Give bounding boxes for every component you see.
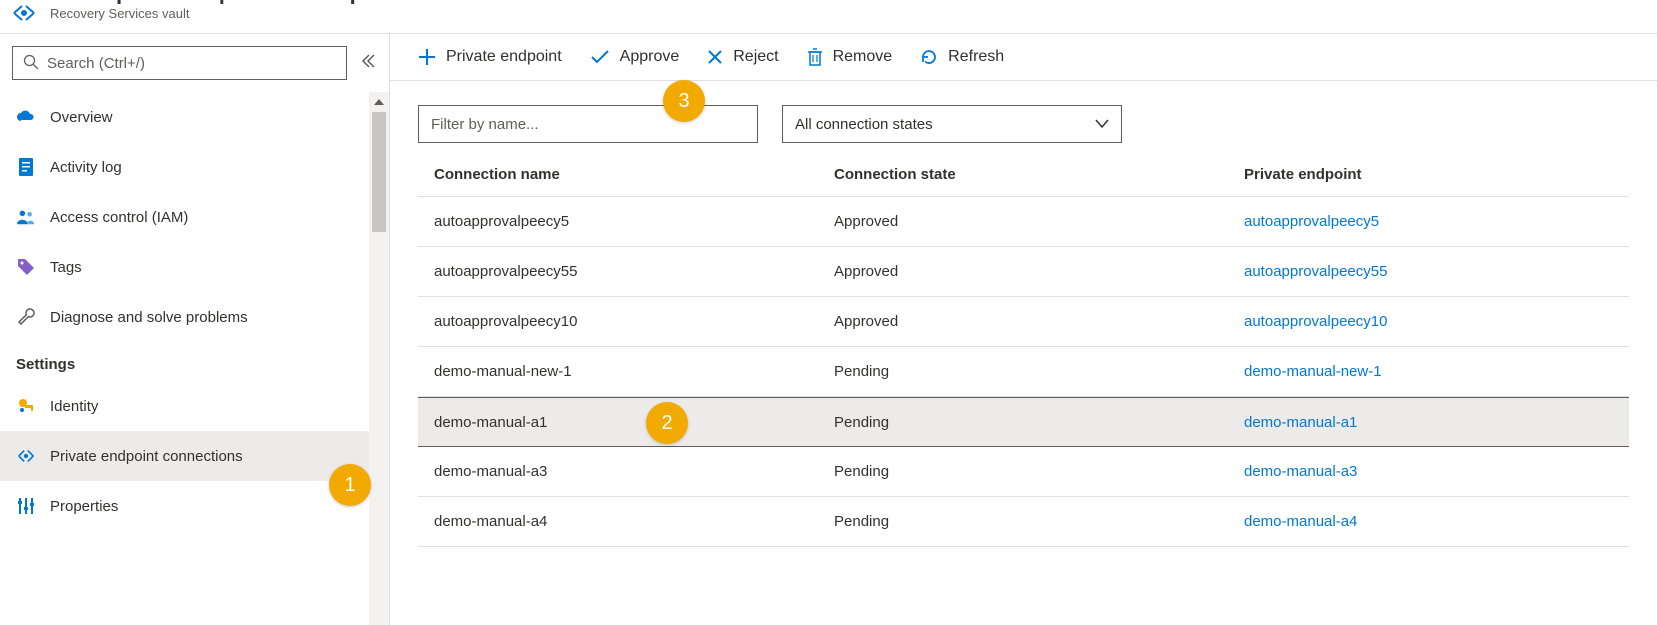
check-icon bbox=[590, 49, 610, 65]
sidebar-item-label: Access control (IAM) bbox=[50, 209, 188, 226]
table-row[interactable]: demo-manual-a4 Pending demo-manual-a4 bbox=[418, 497, 1629, 547]
cell-state: Approved bbox=[818, 263, 1228, 280]
sidebar-item-properties[interactable]: Properties bbox=[0, 481, 369, 531]
cell-state: Approved bbox=[818, 213, 1228, 230]
table-row[interactable]: demo-manual-a1 Pending demo-manual-a1 2 bbox=[418, 397, 1629, 447]
table-row[interactable]: demo-manual-a3 Pending demo-manual-a3 bbox=[418, 447, 1629, 497]
callout-badge-3: 3 bbox=[663, 80, 705, 122]
cell-endpoint-link[interactable]: demo-manual-a1 bbox=[1228, 414, 1629, 431]
cmd-label: Approve bbox=[620, 48, 680, 66]
refresh-icon bbox=[920, 48, 938, 66]
cell-name: demo-manual-a3 bbox=[418, 463, 818, 480]
connections-table: Connection name Connection state Private… bbox=[390, 153, 1657, 547]
cmd-label: Private endpoint bbox=[446, 48, 562, 66]
log-icon bbox=[16, 157, 36, 177]
cell-endpoint-link[interactable]: demo-manual-new-1 bbox=[1228, 363, 1629, 380]
sidebar-item-label: Properties bbox=[50, 498, 118, 515]
scrollbar-up-button[interactable] bbox=[369, 92, 389, 112]
main-content: Private endpoint Approve Reject Remove bbox=[390, 34, 1657, 625]
chevron-down-icon bbox=[1095, 116, 1109, 133]
cell-endpoint-link[interactable]: autoapprovalpeecy55 bbox=[1228, 263, 1629, 280]
sidebar-item-label: Private endpoint connections bbox=[50, 448, 243, 465]
col-connection-name[interactable]: Connection name bbox=[418, 166, 818, 183]
search-icon bbox=[23, 54, 39, 73]
x-icon bbox=[707, 49, 723, 65]
cell-name: autoapprovalpeecy10 bbox=[418, 313, 818, 330]
sliders-icon bbox=[16, 496, 36, 516]
sidebar-item-tags[interactable]: Tags bbox=[0, 242, 369, 292]
wrench-icon bbox=[16, 307, 36, 327]
sidebar-item-overview[interactable]: Overview bbox=[0, 92, 369, 142]
col-private-endpoint[interactable]: Private endpoint bbox=[1228, 166, 1629, 183]
table-row[interactable]: autoapprovalpeecy10 Approved autoapprova… bbox=[418, 297, 1629, 347]
cmd-label: Refresh bbox=[948, 48, 1004, 66]
cell-state: Pending bbox=[818, 513, 1228, 530]
people-icon bbox=[16, 208, 36, 226]
key-icon bbox=[16, 396, 36, 416]
sidebar-section-settings: Settings bbox=[0, 342, 369, 381]
cloud-icon bbox=[16, 109, 36, 125]
scrollbar-thumb[interactable] bbox=[372, 112, 386, 232]
cell-state: Pending bbox=[818, 363, 1228, 380]
remove-button[interactable]: Remove bbox=[807, 48, 893, 66]
connection-state-select[interactable]: All connection states bbox=[782, 105, 1122, 143]
sidebar-item-activity-log[interactable]: Activity log bbox=[0, 142, 369, 192]
cmd-label: Remove bbox=[833, 48, 893, 66]
callout-badge-2: 2 bbox=[646, 402, 688, 444]
trash-icon bbox=[807, 48, 823, 66]
cell-state: Pending bbox=[818, 414, 1228, 431]
table-row[interactable]: autoapprovalpeecy5 Approved autoapproval… bbox=[418, 197, 1629, 247]
sidebar-item-label: Overview bbox=[50, 109, 113, 126]
cell-name: autoapprovalpeecy5 bbox=[418, 213, 818, 230]
cell-endpoint-link[interactable]: autoapprovalpeecy10 bbox=[1228, 313, 1629, 330]
cell-endpoint-link[interactable]: demo-manual-a4 bbox=[1228, 513, 1629, 530]
sidebar-item-private-endpoint-connections[interactable]: Private endpoint connections bbox=[0, 431, 369, 481]
sidebar-item-label: Identity bbox=[50, 398, 98, 415]
sidebar-item-label: Diagnose and solve problems bbox=[50, 309, 248, 326]
command-bar: Private endpoint Approve Reject Remove bbox=[390, 34, 1657, 81]
sidebar-item-label: Activity log bbox=[50, 159, 122, 176]
filter-by-name-input[interactable] bbox=[418, 105, 758, 143]
cmd-label: Reject bbox=[733, 48, 778, 66]
page-header: demo-pevault-2 | Private endpoint connec… bbox=[0, 0, 1657, 34]
sidebar-item-identity[interactable]: Identity bbox=[0, 381, 369, 431]
collapse-sidebar-button[interactable] bbox=[355, 53, 379, 74]
add-private-endpoint-button[interactable]: Private endpoint bbox=[418, 48, 562, 66]
cell-state: Approved bbox=[818, 313, 1228, 330]
endpoint-icon bbox=[10, 2, 38, 27]
plus-icon bbox=[418, 48, 436, 66]
table-row[interactable]: autoapprovalpeecy55 Approved autoapprova… bbox=[418, 247, 1629, 297]
endpoint-icon bbox=[16, 447, 36, 465]
callout-badge-1: 1 bbox=[329, 464, 371, 506]
table-header: Connection name Connection state Private… bbox=[418, 153, 1629, 197]
cell-name: demo-manual-a1 bbox=[418, 414, 818, 431]
tag-icon bbox=[16, 257, 36, 277]
sidebar-item-label: Tags bbox=[50, 259, 82, 276]
cell-name: demo-manual-a4 bbox=[418, 513, 818, 530]
sidebar-item-diagnose[interactable]: Diagnose and solve problems bbox=[0, 292, 369, 342]
sidebar-search-input[interactable] bbox=[47, 55, 336, 72]
sidebar-scrollbar[interactable] bbox=[369, 92, 389, 625]
cell-endpoint-link[interactable]: autoapprovalpeecy5 bbox=[1228, 213, 1629, 230]
cell-state: Pending bbox=[818, 463, 1228, 480]
table-row[interactable]: demo-manual-new-1 Pending demo-manual-ne… bbox=[418, 347, 1629, 397]
page-subtitle: Recovery Services vault bbox=[50, 6, 539, 21]
cell-name: autoapprovalpeecy55 bbox=[418, 263, 818, 280]
select-label: All connection states bbox=[795, 116, 933, 133]
page-title: demo-pevault-2 | Private endpoint connec… bbox=[50, 0, 539, 4]
sidebar-item-access-control[interactable]: Access control (IAM) bbox=[0, 192, 369, 242]
cell-endpoint-link[interactable]: demo-manual-a3 bbox=[1228, 463, 1629, 480]
reject-button[interactable]: Reject bbox=[707, 48, 778, 66]
sidebar-search[interactable] bbox=[12, 46, 347, 80]
cell-name: demo-manual-new-1 bbox=[418, 363, 818, 380]
approve-button[interactable]: Approve bbox=[590, 48, 680, 66]
col-connection-state[interactable]: Connection state bbox=[818, 166, 1228, 183]
sidebar: Overview Activity log Access control (IA… bbox=[0, 34, 390, 625]
refresh-button[interactable]: Refresh bbox=[920, 48, 1004, 66]
